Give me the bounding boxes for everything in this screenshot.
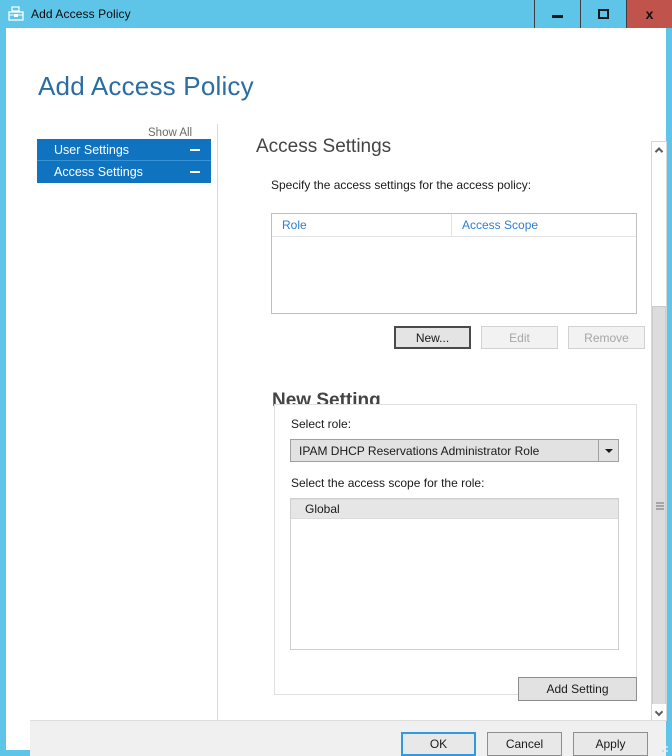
add-access-policy-window: Add Access Policy x Add Access Policy Sh… xyxy=(0,0,672,756)
title-bar[interactable]: Add Access Policy x xyxy=(0,0,672,28)
sidebar-item-access-settings[interactable]: Access Settings xyxy=(37,161,211,183)
column-header-role[interactable]: Role xyxy=(272,214,452,236)
instruction-text: Specify the access settings for the acce… xyxy=(271,178,532,192)
window-title: Add Access Policy xyxy=(31,7,131,21)
select-role-label: Select role: xyxy=(291,417,352,431)
section-title: Access Settings xyxy=(256,136,392,157)
dialog-footer: OK Cancel Apply xyxy=(30,720,666,756)
apply-button[interactable]: Apply xyxy=(573,732,648,756)
main-content: Access Settings Specify the access setti… xyxy=(249,136,645,701)
list-body[interactable] xyxy=(272,237,636,313)
list-action-buttons: New... Edit Remove xyxy=(394,326,645,349)
vertical-scrollbar[interactable] xyxy=(651,141,667,721)
role-select-value: IPAM DHCP Reservations Administrator Rol… xyxy=(299,443,540,458)
minimize-button[interactable] xyxy=(534,0,580,28)
window-controls: x xyxy=(534,0,672,28)
scrollbar-grip xyxy=(656,502,664,510)
client-area: Add Access Policy Show All User Settings… xyxy=(6,28,667,756)
scroll-up-button[interactable] xyxy=(652,142,666,158)
page-title: Add Access Policy xyxy=(38,71,254,102)
new-button[interactable]: New... xyxy=(394,326,471,349)
minimize-icon xyxy=(552,15,563,18)
minus-icon[interactable] xyxy=(190,148,200,151)
list-item[interactable]: Global xyxy=(291,499,618,519)
toolbox-icon xyxy=(8,6,24,21)
nav-divider xyxy=(217,124,218,721)
maximize-button[interactable] xyxy=(580,0,626,28)
access-scope-list[interactable]: Global xyxy=(290,498,619,650)
scroll-down-button[interactable] xyxy=(652,704,666,720)
chevron-down-icon xyxy=(654,707,664,717)
access-settings-list[interactable]: Role Access Scope xyxy=(271,213,637,314)
scrollbar-thumb[interactable] xyxy=(652,306,666,706)
column-header-access-scope[interactable]: Access Scope xyxy=(452,214,636,236)
chevron-down-icon[interactable] xyxy=(598,440,618,461)
close-button[interactable]: x xyxy=(626,0,672,28)
settings-nav: User Settings Access Settings xyxy=(37,139,211,183)
dialog-buttons: OK Cancel Apply xyxy=(401,732,648,756)
new-setting-panel: Select role: IPAM DHCP Reservations Admi… xyxy=(274,404,637,695)
resize-grip[interactable] xyxy=(658,742,668,752)
select-scope-label: Select the access scope for the role: xyxy=(291,476,485,490)
scope-item-label: Global xyxy=(305,502,340,516)
close-icon: x xyxy=(645,6,654,22)
sidebar-item-user-settings[interactable]: User Settings xyxy=(37,139,211,161)
sidebar-item-label: Access Settings xyxy=(54,165,143,179)
ok-button[interactable]: OK xyxy=(401,732,476,756)
chevron-up-icon xyxy=(654,147,664,156)
edit-button: Edit xyxy=(481,326,558,349)
sidebar-item-label: User Settings xyxy=(54,142,130,157)
maximize-icon xyxy=(598,9,609,19)
minus-icon[interactable] xyxy=(190,171,200,173)
remove-button: Remove xyxy=(568,326,645,349)
add-setting-button[interactable]: Add Setting xyxy=(518,677,637,701)
role-select[interactable]: IPAM DHCP Reservations Administrator Rol… xyxy=(290,439,619,462)
cancel-button[interactable]: Cancel xyxy=(487,732,562,756)
list-header: Role Access Scope xyxy=(272,214,636,237)
show-all-link[interactable]: Show All xyxy=(148,127,192,139)
